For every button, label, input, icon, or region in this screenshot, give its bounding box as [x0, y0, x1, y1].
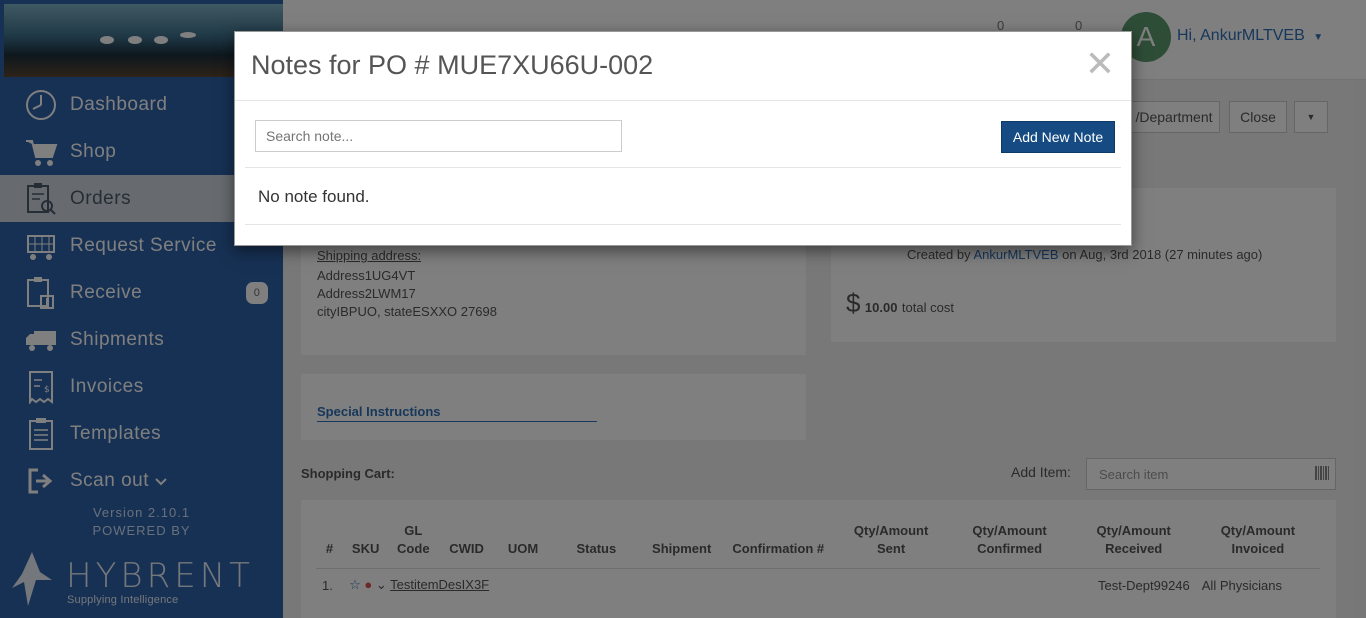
modal-header-divider — [235, 100, 1131, 101]
modal-divider — [245, 224, 1121, 225]
empty-notes-message: No note found. — [258, 187, 370, 206]
search-note-input[interactable] — [255, 120, 622, 152]
close-icon[interactable]: ✕ — [1085, 46, 1115, 82]
add-new-note-button[interactable]: Add New Note — [1001, 121, 1115, 153]
modal-divider — [245, 167, 1121, 168]
notes-modal: Notes for PO # MUE7XU66U-002 ✕ Add New N… — [234, 31, 1132, 246]
page-scrollbar-track[interactable] — [1354, 80, 1366, 618]
modal-title: Notes for PO # MUE7XU66U-002 — [251, 50, 654, 80]
